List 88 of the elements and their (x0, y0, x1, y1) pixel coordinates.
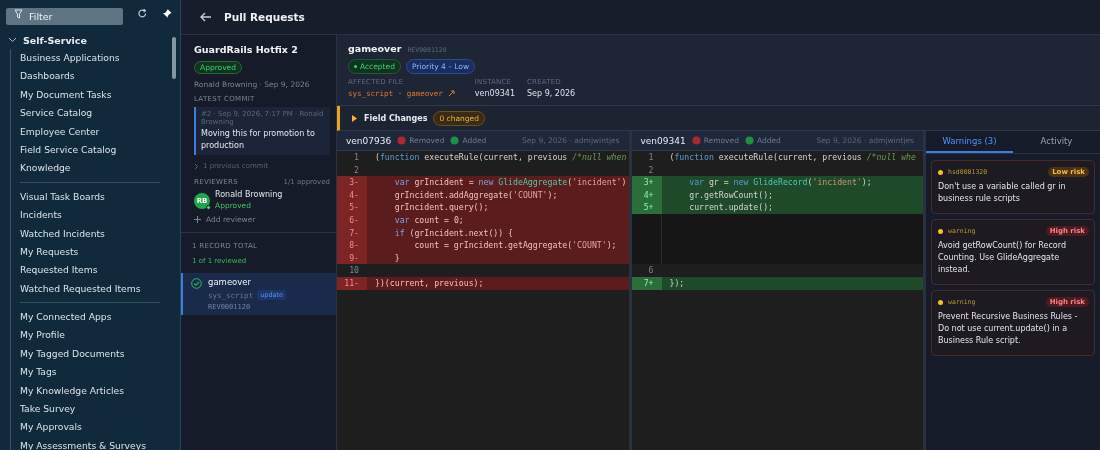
line-number: 5+ (643, 202, 654, 213)
code-line: current.update(); (688, 202, 773, 213)
sidebar-item[interactable]: Dashboards (20, 67, 172, 86)
line-number: 2 (648, 164, 654, 175)
sidebar-item[interactable]: Visual Task Boards (20, 187, 172, 207)
instance-name: ven07936 (346, 135, 392, 146)
code-line: gr.getRowCount(); (688, 189, 773, 200)
line-number: 8- (349, 240, 359, 251)
sidebar-item[interactable]: My Approvals (20, 418, 172, 437)
code-line: } (393, 252, 400, 263)
sidebar-item[interactable]: Watched Incidents (20, 224, 172, 243)
sidebar-item[interactable]: My Profile (20, 326, 172, 345)
code-line: var gr = new GlideRecord('incident'); (688, 177, 872, 188)
line-number: 6 (648, 265, 654, 276)
line-number: 1 (648, 152, 654, 162)
line-number: 2 (354, 164, 359, 175)
line-number: 3- (349, 177, 359, 188)
chevron-icon (8, 37, 17, 43)
instance-name: ven09341 (640, 135, 686, 146)
tab[interactable]: Activity (1013, 131, 1100, 153)
sidebar-item[interactable]: Take Survey (20, 400, 172, 419)
warning-text: Prevent Recursive Business Rules - Do not use current.update() in a Business Rule script. (938, 311, 1079, 347)
sidebar-item[interactable]: My Connected Apps (20, 308, 172, 327)
back-arrow-icon[interactable] (200, 12, 212, 22)
line-number: 11- (344, 277, 359, 288)
warning-dot-icon (938, 299, 943, 305)
filter-field[interactable]: Filter (6, 8, 123, 25)
line-number: 7+ (643, 277, 654, 288)
section-header[interactable]: Self-Service (0, 31, 172, 49)
pin-icon[interactable] (161, 8, 172, 19)
record-name: gameover (348, 43, 402, 54)
field-value: ven09341 (474, 89, 515, 98)
code-line: var count = 0; (393, 214, 464, 225)
code-line: count = grIncident.getAggregate('COUNT'); (413, 240, 617, 251)
line-number: 3+ (643, 177, 654, 188)
chevron-icon (194, 162, 199, 170)
line-number: 1 (354, 152, 359, 162)
code-line: (function executeRule(current, previous /*null when (375, 152, 627, 162)
line-number: 4- (349, 189, 359, 200)
pr-title: GuardRails Hotfix 2 (194, 44, 299, 55)
refresh-icon[interactable] (137, 8, 148, 19)
legend-dot (397, 136, 407, 145)
scrollbar-thumb[interactable] (172, 37, 176, 79)
code-line: }); (669, 277, 685, 288)
code-line: })(current, previous); (375, 277, 484, 288)
code-line: var grIncident = new GlideAggregate('incident') (393, 177, 627, 188)
line-number: 5- (349, 202, 359, 213)
caret-right-icon (351, 114, 358, 122)
warning-dot-icon (938, 228, 943, 234)
line-number: 6- (349, 214, 359, 225)
line-number: 9- (349, 252, 359, 263)
code-line: grIncident.addAggregate('COUNT'); (393, 189, 558, 200)
sidebar-item[interactable]: My Tags (20, 363, 172, 382)
sidebar-item[interactable]: My Knowledge Articles (20, 381, 172, 401)
record-name: gameover (208, 277, 253, 287)
page-title: Pull Requests (224, 11, 305, 23)
code-line: (function executeRule(current, previous /*null whe (669, 152, 916, 162)
warning-dot-icon (938, 169, 943, 175)
legend-dot (691, 136, 701, 145)
external-link-icon (447, 90, 455, 97)
sidebar-item[interactable]: Incidents (20, 206, 172, 225)
line-number: 10 (349, 265, 359, 276)
warning-text: Don't use a variable called gr in business rule scripts (938, 181, 1067, 205)
line-number: 7- (349, 227, 359, 238)
sidebar-item[interactable]: Field Service Catalog (20, 140, 172, 160)
sidebar-item[interactable]: Business Applications (20, 49, 172, 68)
code-line: grIncident.query(); (393, 202, 489, 213)
warning-text: Avoid getRowCount() for Record Counting. Use GlideAggregate instead. (938, 240, 1067, 276)
sidebar-item[interactable]: Employee Center (20, 122, 172, 141)
online-dot (206, 205, 211, 210)
sidebar-item[interactable]: Service Catalog (20, 104, 172, 123)
sidebar-item[interactable]: Requested Items (20, 261, 172, 280)
sidebar-item[interactable]: My Tagged Documents (20, 344, 172, 364)
legend-dot (450, 136, 460, 145)
sidebar-item[interactable]: My Assessments & Surveys (20, 436, 172, 450)
commit-message: Moving this for promotion to production (201, 128, 316, 152)
line-number: 4+ (643, 189, 654, 200)
filter-icon (14, 9, 23, 19)
legend-dot (744, 136, 754, 145)
sidebar-item[interactable]: My Requests (20, 242, 172, 262)
reviewer-name: Ronald Browning (215, 190, 283, 199)
tab[interactable]: Warnings (3) (926, 131, 1013, 153)
code-line: if (grIncident.next()) { (393, 227, 514, 238)
field-value: Sep 9, 2026 (527, 89, 576, 98)
sidebar-item[interactable]: Knowledge (20, 159, 172, 178)
sidebar-item[interactable]: Watched Requested Items (20, 279, 172, 299)
plus-icon (194, 216, 201, 223)
sidebar-item[interactable]: My Document Tasks (20, 85, 172, 105)
